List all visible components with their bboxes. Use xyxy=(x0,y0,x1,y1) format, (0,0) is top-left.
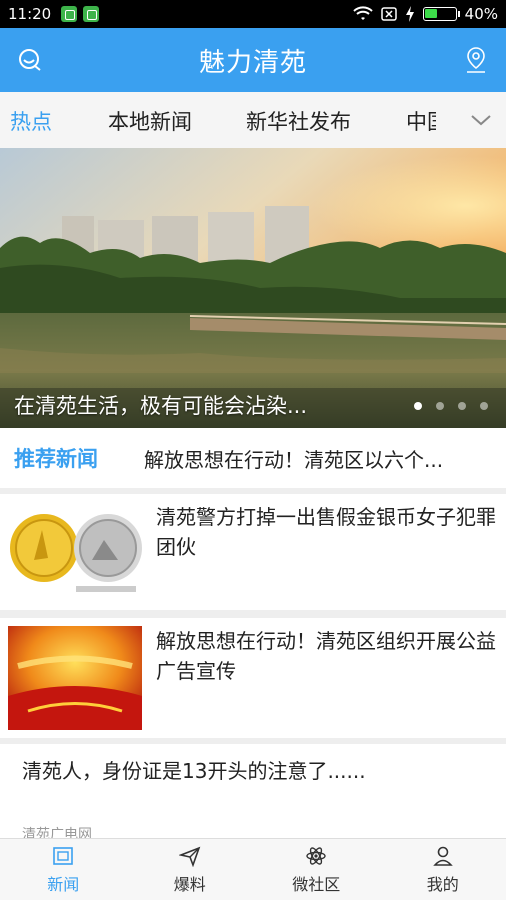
bottom-navigation: 新闻 爆料 微社区 我的 xyxy=(0,838,506,900)
wechat-icon xyxy=(83,6,100,22)
app-header: 魅力清苑 xyxy=(0,28,506,92)
news-list-item[interactable]: 清苑警方打掉一出售假金银币女子犯罪团伙 xyxy=(0,494,506,610)
notification-icon xyxy=(61,6,78,22)
news-list-item[interactable]: 清苑人，身份证是13开头的注意了...... 清苑广电网 xyxy=(0,744,506,843)
banner-image xyxy=(0,148,506,428)
nav-profile[interactable]: 我的 xyxy=(380,839,506,900)
banner-caption: 在清苑生活，极有可能会沾染... xyxy=(14,394,308,418)
wifi-icon xyxy=(352,6,373,20)
tabs-expand-button[interactable] xyxy=(456,92,506,148)
carousel-dot xyxy=(458,402,466,410)
carousel-dot xyxy=(414,402,422,410)
status-bar: 11:20 40% xyxy=(0,0,506,28)
news-title: 解放思想在行动！清苑区组织开展公益广告宣传 xyxy=(156,629,496,683)
tab-china[interactable]: 中国 xyxy=(406,106,436,136)
news-thumbnail xyxy=(8,500,142,604)
recommended-headline[interactable]: 解放思想在行动！清苑区以六个... xyxy=(144,444,484,473)
battery-icon xyxy=(422,7,460,21)
nav-community[interactable]: 微社区 xyxy=(253,839,380,900)
recommended-tag: 推荐新闻 xyxy=(14,446,98,471)
page-title: 魅力清苑 xyxy=(198,47,307,78)
nav-label: 爆料 xyxy=(173,874,206,894)
tab-xinhua[interactable]: 新华社发布 xyxy=(246,106,351,136)
news-thumbnail xyxy=(8,626,142,730)
atom-icon xyxy=(306,846,326,865)
nav-label: 微社区 xyxy=(292,874,341,894)
location-pin-icon[interactable] xyxy=(460,44,492,76)
nav-report[interactable]: 爆料 xyxy=(127,839,254,900)
news-title: 清苑警方打掉一出售假金银币女子犯罪团伙 xyxy=(156,505,496,559)
chevron-down-icon xyxy=(471,115,491,126)
sim-icon xyxy=(380,7,397,21)
send-icon xyxy=(178,846,201,867)
charging-icon xyxy=(405,6,414,22)
carousel-dot xyxy=(436,402,444,410)
category-tabs: 热点 本地新闻 新华社发布 中国 xyxy=(0,92,506,148)
user-icon xyxy=(432,846,453,866)
battery-percent: 40% xyxy=(464,5,498,23)
news-list-item[interactable]: 解放思想在行动！清苑区组织开展公益广告宣传 xyxy=(0,618,506,738)
carousel-dot xyxy=(480,402,488,410)
recommended-news-bar[interactable]: 推荐新闻 解放思想在行动！清苑区以六个... xyxy=(0,428,506,488)
banner-carousel[interactable]: 在清苑生活，极有可能会沾染... xyxy=(0,148,506,428)
nav-label: 我的 xyxy=(426,874,459,894)
tab-local-news[interactable]: 本地新闻 xyxy=(108,106,192,136)
news-icon xyxy=(53,846,74,865)
nav-news[interactable]: 新闻 xyxy=(0,839,127,900)
search-chat-icon[interactable] xyxy=(14,44,46,76)
status-time: 11:20 xyxy=(8,5,52,23)
tab-hot[interactable]: 热点 xyxy=(10,106,52,136)
news-title: 清苑人，身份证是13开头的注意了...... xyxy=(22,759,366,783)
nav-label: 新闻 xyxy=(47,874,80,894)
carousel-indicator xyxy=(414,402,488,410)
